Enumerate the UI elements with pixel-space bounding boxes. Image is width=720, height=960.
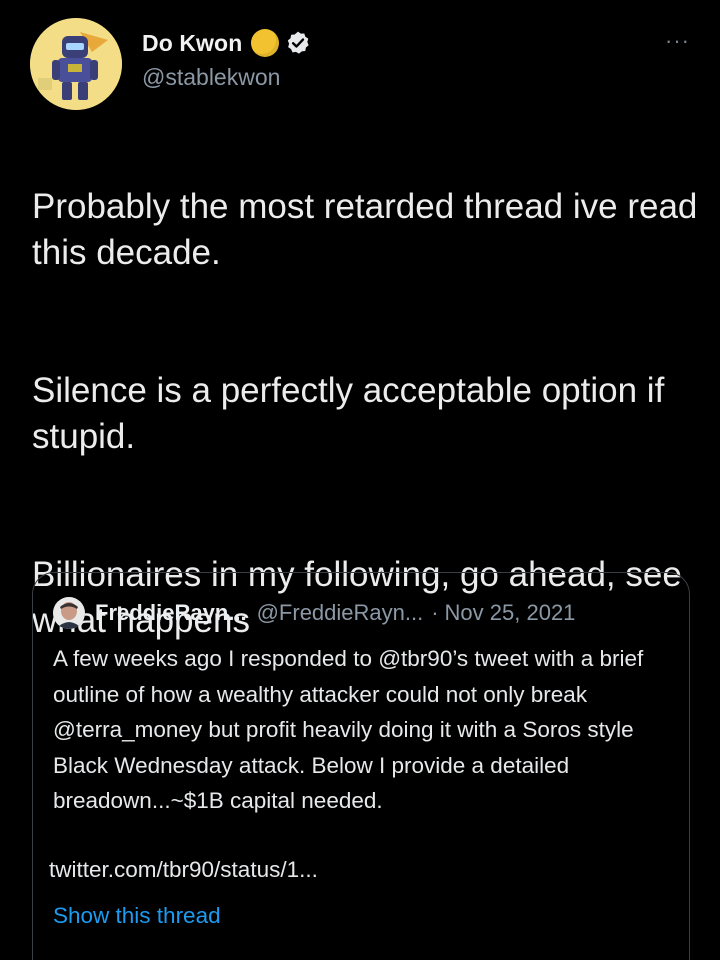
quoted-tweet-link[interactable]: twitter.com/tbr90/status/1... — [49, 857, 318, 883]
author-handle[interactable]: @stablekwon — [142, 64, 280, 91]
yellow-circle-emoji-icon — [251, 29, 280, 57]
quoted-author-avatar — [53, 597, 85, 629]
quoted-tweet-date: Nov 25, 2021 — [444, 600, 576, 625]
quoted-tweet[interactable]: FreddieRayn... @FreddieRayn... · Nov 25,… — [32, 572, 690, 960]
tweet-card: Do Kwon @stablekwon ··· Probably the mos… — [0, 0, 720, 960]
author-name-row: Do Kwon — [142, 28, 311, 58]
author-avatar[interactable] — [30, 18, 122, 110]
quoted-author-handle: @FreddieRayn... — [256, 600, 424, 625]
separator-dot: · — [431, 600, 439, 625]
verified-badge-icon — [285, 30, 311, 56]
quoted-tweet-text: A few weeks ago I responded to @tbr90’s … — [53, 646, 644, 813]
tweet-paragraph: Probably the most retarded thread ive re… — [32, 187, 698, 272]
quoted-author-name: FreddieRayn... — [95, 600, 247, 625]
robot-avatar-icon — [30, 18, 122, 110]
show-thread-link[interactable]: Show this thread — [53, 903, 221, 929]
more-options-icon[interactable]: ··· — [665, 28, 690, 54]
quoted-tweet-header: FreddieRayn... @FreddieRayn... · Nov 25,… — [53, 597, 575, 629]
tweet-paragraph: Silence is a perfectly acceptable option… — [32, 371, 665, 456]
author-display-name[interactable]: Do Kwon — [142, 30, 242, 57]
user-photo-avatar-icon — [53, 597, 85, 629]
